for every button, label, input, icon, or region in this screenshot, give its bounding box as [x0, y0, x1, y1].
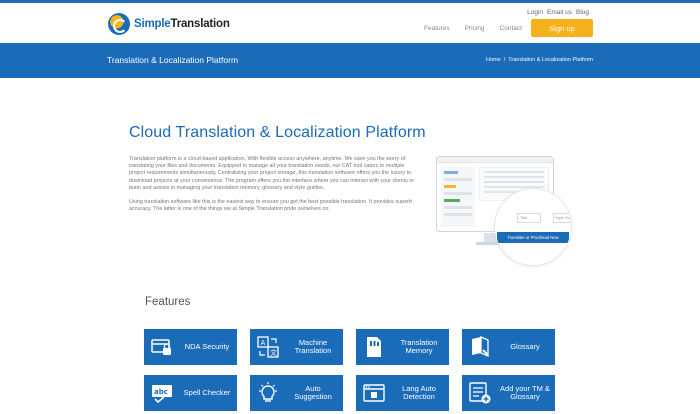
- zoom-field-style: Style Gu: [555, 215, 571, 220]
- zoom-field-title: Title: [520, 215, 528, 220]
- logo-text: SimpleTranslation: [134, 18, 230, 30]
- abc-check-icon: abc: [149, 380, 175, 406]
- intro-paragraph-1: Translation platform is a cloud-based ap…: [129, 156, 415, 191]
- svg-text:A: A: [261, 339, 266, 347]
- email-us-link[interactable]: Email us: [547, 9, 572, 16]
- blog-link[interactable]: Blog: [576, 9, 589, 16]
- banner-title: Translation & Localization Platform: [107, 55, 239, 65]
- nav-features[interactable]: Features: [424, 25, 450, 32]
- nav-contact[interactable]: Contact: [500, 25, 522, 32]
- feature-add-tm-glossary[interactable]: Add your TM & Glossary: [462, 375, 555, 411]
- main-nav: Features Pricing Contact: [424, 25, 522, 32]
- intro-paragraph-2: Using translation software like this is …: [129, 199, 412, 213]
- feature-label: Spell Checker: [183, 387, 231, 397]
- page-banner: Translation & Localization Platform Home…: [0, 43, 700, 78]
- memory-card-icon: [361, 334, 387, 360]
- page-heading: Cloud Translation & Localization Platfor…: [129, 124, 426, 141]
- feature-machine-translation[interactable]: A文 Machine Translation: [250, 329, 343, 365]
- browser-window-icon: [361, 380, 387, 406]
- top-links: Login Email us Blog: [527, 9, 589, 16]
- list-add-icon: [467, 380, 493, 406]
- translate-now-cta: Translate or Proofread Now: [497, 232, 569, 243]
- intro-text: Translation platform is a cloud-based ap…: [129, 156, 416, 213]
- book-icon: [467, 334, 493, 360]
- signup-button[interactable]: Sign up: [531, 19, 593, 37]
- svg-text:文: 文: [270, 348, 277, 357]
- svg-text:abc: abc: [154, 388, 168, 396]
- breadcrumb-home[interactable]: Home: [486, 57, 501, 63]
- feature-glossary[interactable]: Glossary: [462, 329, 555, 365]
- breadcrumb-current: Translation & Localization Platform: [508, 57, 593, 63]
- lightbulb-icon: [255, 380, 281, 406]
- platform-illustration: Title Style Gu Translate or Proofread No…: [434, 156, 574, 266]
- feature-label: Translation Memory: [400, 337, 438, 355]
- feature-label: Lang Auto Detection: [402, 383, 436, 401]
- features-title: Features: [145, 296, 191, 308]
- feature-lang-auto-detection[interactable]: Lang Auto Detection: [356, 375, 449, 411]
- globe-logo-icon: [108, 13, 130, 35]
- translate-icon: A文: [255, 334, 281, 360]
- feature-spell-checker[interactable]: abc Spell Checker: [144, 375, 237, 411]
- feature-nda-security[interactable]: NDA Security: [144, 329, 237, 365]
- feature-translation-memory[interactable]: Translation Memory: [356, 329, 449, 365]
- feature-label: Add your TM & Glossary: [500, 383, 550, 401]
- breadcrumb-separator: /: [503, 57, 506, 63]
- lock-card-icon: [149, 334, 175, 360]
- nav-pricing[interactable]: Pricing: [465, 25, 485, 32]
- site-header: SimpleTranslation Login Email us Blog Fe…: [0, 3, 700, 43]
- login-link[interactable]: Login: [527, 9, 543, 16]
- breadcrumb: Home / Translation & Localization Platfo…: [486, 57, 593, 63]
- site-logo[interactable]: SimpleTranslation: [108, 13, 230, 35]
- feature-label: Auto Suggestion: [294, 383, 332, 401]
- feature-label: Glossary: [510, 341, 540, 351]
- feature-label: NDA Security: [184, 341, 230, 351]
- feature-auto-suggestion[interactable]: Auto Suggestion: [250, 375, 343, 411]
- feature-label: Machine Translation: [294, 337, 332, 355]
- zoom-callout: Title Style Gu Translate or Proofread No…: [494, 188, 572, 266]
